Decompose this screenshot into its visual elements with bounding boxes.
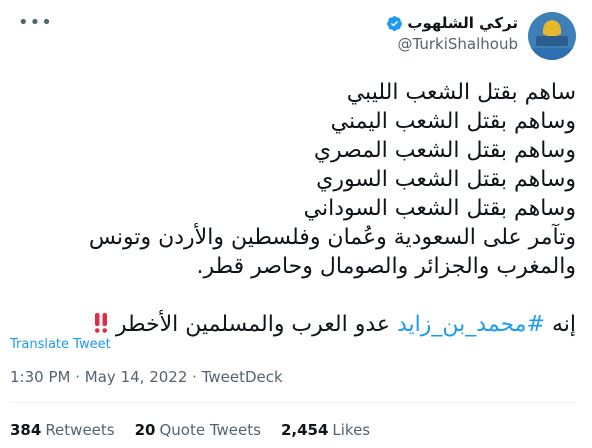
tweet-line: وساهم بقتل الشعب السوري xyxy=(316,167,576,192)
tweet-header: ••• تركي الشلهوب @TurkiShalhoub xyxy=(10,12,576,60)
last-line-prefix: إنه xyxy=(544,312,576,337)
hashtag-link[interactable]: #محمد_بن_زايد xyxy=(397,312,545,337)
tweet-line: وتآمر على السعودية وعُمان وفلسطين والأرد… xyxy=(88,225,576,250)
avatar-base-shape xyxy=(536,36,568,46)
likes-label: Likes xyxy=(332,421,371,439)
double-exclamation-icon xyxy=(93,312,109,334)
quote-tweets-count: 20 xyxy=(134,421,156,439)
retweets-label: Retweets xyxy=(45,421,115,439)
quote-tweets-label: Quote Tweets xyxy=(159,421,261,439)
likes-stat[interactable]: 2,454 Likes xyxy=(281,421,370,439)
tweet-source[interactable]: TweetDeck xyxy=(202,368,283,386)
tweet-card: ••• تركي الشلهوب @TurkiShalhoub ساهم بقت… xyxy=(0,0,592,448)
tweet-meta: 1:30 PM · May 14, 2022 · TweetDeck xyxy=(10,368,283,386)
retweets-count: 384 xyxy=(10,421,42,439)
author-handle[interactable]: @TurkiShalhoub xyxy=(386,35,518,53)
divider xyxy=(10,402,576,403)
tweet-line: وساهم بقتل الشعب السوداني xyxy=(303,196,576,221)
meta-separator: · xyxy=(192,368,197,386)
tweet-text: ساهم بقتل الشعب الليبي وساهم بقتل الشعب … xyxy=(10,78,576,339)
translate-tweet-link[interactable]: Translate Tweet xyxy=(10,337,111,352)
author-display-name: تركي الشلهوب xyxy=(407,14,518,32)
tweet-date[interactable]: May 14, 2022 xyxy=(85,368,188,386)
display-name-row[interactable]: تركي الشلهوب xyxy=(386,12,518,34)
tweet-line: وساهم بقتل الشعب المصري xyxy=(313,138,576,163)
tweet-line: ساهم بقتل الشعب الليبي xyxy=(346,80,576,105)
likes-count: 2,454 xyxy=(280,421,329,439)
more-options-icon[interactable]: ••• xyxy=(18,14,52,40)
verified-badge-icon xyxy=(386,15,403,32)
avatar-dome-shape xyxy=(543,21,561,35)
tweet-line: والمغرب والجزائر والصومال وحاصر قطر. xyxy=(196,254,576,279)
author-avatar[interactable] xyxy=(528,12,576,60)
meta-separator: · xyxy=(75,368,81,386)
quote-tweets-stat[interactable]: 20 Quote Tweets xyxy=(135,421,261,439)
tweet-stats: 384 Retweets 20 Quote Tweets 2,454 Likes xyxy=(10,421,370,439)
author-names: تركي الشلهوب @TurkiShalhoub xyxy=(386,12,518,53)
tweet-last-line: إنه #محمد_بن_زايد عدو العرب والمسلمين ال… xyxy=(10,310,576,339)
last-line-suffix: عدو العرب والمسلمين الأخطر xyxy=(115,312,397,337)
tweet-line: وساهم بقتل الشعب اليمني xyxy=(330,109,576,134)
tweet-time[interactable]: 1:30 PM xyxy=(10,368,70,386)
retweets-stat[interactable]: 384 Retweets xyxy=(10,421,115,439)
avatar-strip-shape xyxy=(528,48,576,60)
